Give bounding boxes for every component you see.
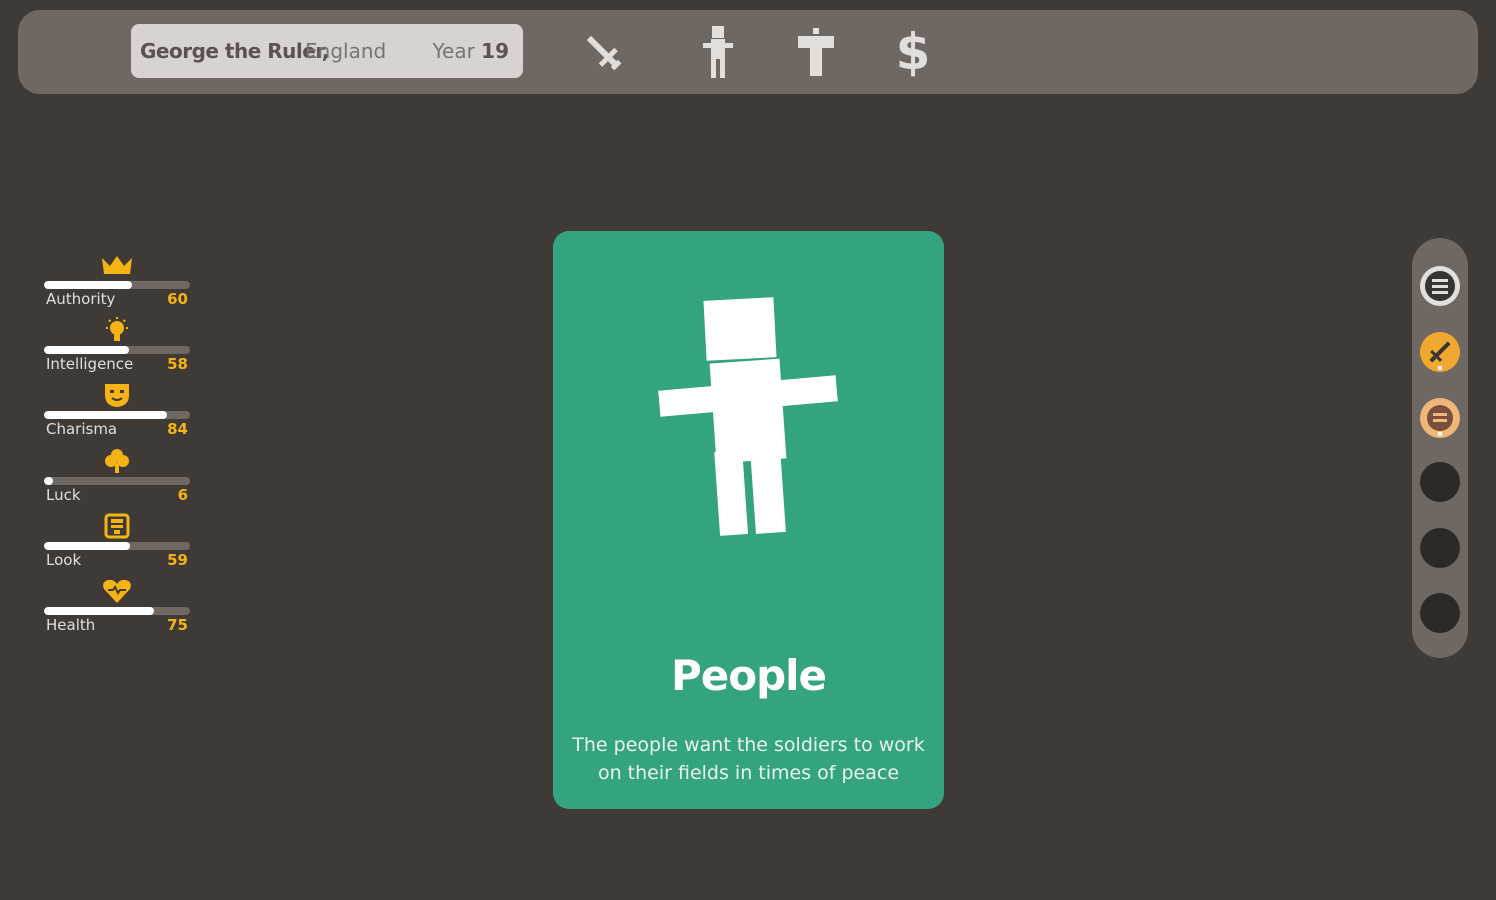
card-text: The people want the soldiers to work on … [572, 734, 925, 784]
sword-icon [578, 22, 628, 82]
stat-bar [44, 477, 190, 485]
menu-button[interactable] [1420, 266, 1460, 306]
stat-label: Look [46, 551, 82, 569]
stat-value: 84 [167, 420, 188, 438]
empty-slot [1420, 462, 1460, 502]
scroll-badge-button[interactable] [1420, 398, 1460, 438]
crown-icon [100, 252, 134, 278]
cross-icon [791, 22, 841, 82]
stat-label: Health [46, 616, 96, 634]
decision-card[interactable]: People The people want the soldiers to w… [553, 231, 944, 809]
stat-intelligence: Intelligence 58 [44, 317, 190, 377]
person-icon [693, 22, 743, 82]
stat-fill [44, 281, 132, 289]
stat-fill [44, 346, 129, 354]
stat-authority: Authority 60 [44, 252, 190, 312]
stat-label: Charisma [46, 420, 118, 438]
stat-label: Authority [46, 290, 116, 308]
stat-fill [44, 542, 131, 550]
stat-fill [44, 477, 53, 485]
stat-value: 59 [167, 551, 188, 569]
stat-look: Look 59 [44, 513, 190, 573]
menu-icon [1425, 271, 1455, 301]
stat-bar [44, 281, 190, 289]
stat-bar [44, 542, 190, 550]
ruler-name: George the Ruler, [140, 39, 329, 63]
dollar-icon: $ [895, 23, 931, 81]
clover-icon [100, 448, 134, 474]
stat-value: 6 [177, 486, 188, 504]
empty-slot [1420, 593, 1460, 633]
stat-fill [44, 607, 154, 615]
stat-label: Intelligence [46, 355, 134, 373]
stat-bar [44, 607, 190, 615]
year-display: Year 19 [432, 24, 509, 78]
sword-badge-button[interactable] [1420, 332, 1460, 372]
person-figure-icon [653, 291, 843, 545]
stat-charisma: Charisma 84 [44, 382, 190, 442]
stat-fill [44, 411, 167, 419]
stat-label: Luck [46, 486, 81, 504]
sword-badge-icon [1429, 341, 1451, 370]
stat-health: Health 75 [44, 578, 190, 638]
heart-icon [100, 578, 134, 604]
stat-value: 60 [167, 290, 188, 308]
ruler-country: England [305, 39, 387, 63]
stat-luck: Luck 6 [44, 448, 190, 508]
ruler-info-box: George the Ruler, England Year 19 [131, 24, 523, 78]
stat-bar [44, 346, 190, 354]
stat-value: 75 [167, 616, 188, 634]
year-value: 19 [481, 39, 509, 63]
card-title: People [670, 651, 827, 700]
mirror-icon [100, 513, 134, 539]
top-bar: George the Ruler, England Year 19 $ [18, 10, 1478, 94]
stat-bar [44, 411, 190, 419]
year-label: Year [432, 39, 475, 63]
right-sidebar [1412, 238, 1468, 658]
empty-slot [1420, 528, 1460, 568]
lightbulb-icon [100, 317, 134, 343]
mask-icon [100, 382, 134, 408]
scroll-badge-icon [1427, 405, 1453, 436]
stat-value: 58 [167, 355, 188, 373]
